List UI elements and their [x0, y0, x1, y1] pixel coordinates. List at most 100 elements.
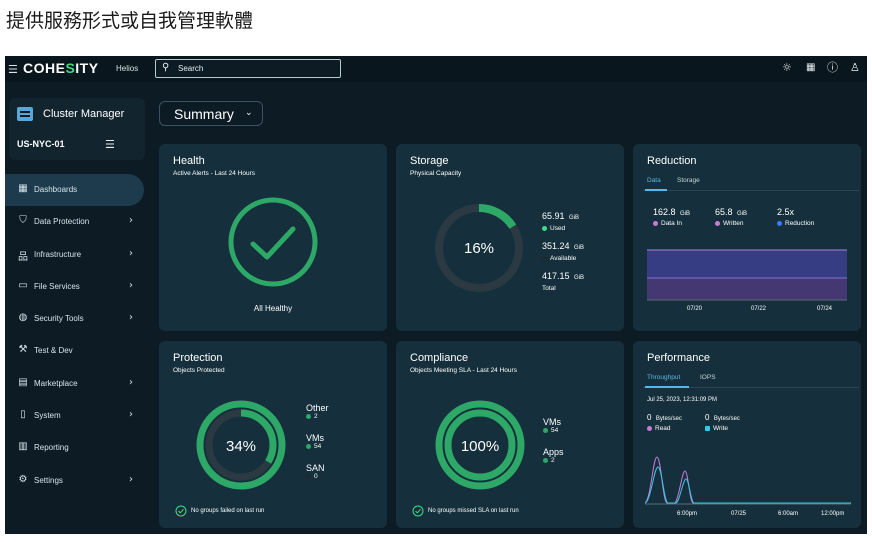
gear-icon: ⚙: [18, 473, 28, 485]
reduction-card[interactable]: Reduction Data Storage 162.8 GiB Data In…: [633, 144, 861, 331]
apps-grid-icon[interactable]: ▦: [806, 62, 815, 74]
protection-donut: 34%: [196, 400, 286, 490]
reduction-stat-value: 162.8: [653, 207, 676, 217]
brand-logo[interactable]: COHESITY: [23, 60, 99, 76]
sidebar-item-settings[interactable]: ⚙ Settings ›: [5, 465, 150, 497]
performance-title: Performance: [647, 352, 710, 364]
compliance-subtitle: Objects Meeting SLA - Last 24 Hours: [410, 367, 517, 374]
help-icon[interactable]: ⓘ: [827, 62, 838, 74]
legend-dot: [306, 473, 311, 479]
performance-tab-underline: [645, 386, 689, 388]
reduction-area-chart: [647, 249, 847, 301]
chevron-right-icon[interactable]: ›: [129, 474, 133, 485]
write-line: [645, 466, 851, 504]
sidebar-item-security-tools[interactable]: ◍ Security Tools ›: [5, 303, 150, 335]
reduction-stat-value: 2.5x: [777, 207, 795, 217]
data-in-dot: [653, 220, 658, 226]
chevron-right-icon[interactable]: ›: [129, 215, 133, 226]
sidebar-item-data-protection[interactable]: ⛉ Data Protection ›: [5, 206, 150, 238]
reduction-stat-ratio: 2.5x Reduction: [777, 202, 814, 227]
legend-value: 2: [314, 413, 318, 420]
chevron-right-icon[interactable]: ›: [129, 280, 133, 291]
health-subtitle: Active Alerts - Last 24 Hours: [173, 170, 256, 177]
grid-icon: ▦: [18, 183, 28, 194]
compliance-card[interactable]: Compliance Objects Meeting SLA - Last 24…: [396, 341, 624, 528]
sidebar-item-file-services[interactable]: ▭ File Services ›: [5, 271, 150, 303]
protection-legend-other: Other 2: [306, 403, 329, 420]
reduction-stat-written: 65.8 GiB Written: [715, 202, 747, 227]
read-label: Read: [655, 425, 671, 432]
tab-iops[interactable]: IOPS: [700, 374, 716, 381]
legend-dot: [306, 443, 311, 449]
search-input[interactable]: [178, 62, 328, 75]
health-status: All Healthy: [253, 304, 293, 313]
storage-total-label: Total: [542, 285, 556, 292]
reduction-stat-label: Data In: [661, 220, 682, 227]
write-legend-dot: [705, 425, 710, 431]
storage-available-unit: GiB: [573, 245, 584, 251]
sidebar-item-marketplace[interactable]: ▤ Marketplace ›: [5, 368, 150, 400]
reduction-stat-unit: GiB: [736, 211, 747, 217]
sidebar-item-dashboards[interactable]: ▦ Dashboards: [5, 174, 144, 207]
top-bar: ☰ COHESITY Helios ⚲ ☼ ▦ ⓘ ♙: [5, 56, 867, 82]
dashboard-selector[interactable]: Summary ⌄: [159, 101, 263, 126]
tab-storage[interactable]: Storage: [677, 177, 700, 184]
storage-donut: 16%: [435, 204, 523, 292]
storage-available-label: Available: [550, 255, 577, 262]
sidebar-item-label: Settings: [34, 475, 63, 485]
compliance-legend-vms: VMs 54: [543, 417, 561, 434]
page-heading: 提供服務形式或自我管理軟體: [6, 10, 254, 32]
sidebar-item-system[interactable]: ▯ System ›: [5, 400, 150, 432]
performance-x-tick: 6:00am: [778, 511, 799, 517]
wrench-icon: ⚒: [18, 344, 28, 356]
search-box[interactable]: ⚲: [155, 59, 341, 78]
sidebar-item-reporting[interactable]: ▥ Reporting: [5, 432, 150, 464]
brightness-icon[interactable]: ☼: [782, 62, 792, 74]
cluster-selector[interactable]: Cluster Manager US-NYC-01 ☰: [9, 98, 145, 160]
report-icon: ▥: [18, 441, 28, 453]
compliance-footer: No groups missed SLA on last run: [428, 508, 519, 514]
shield-icon: ⛉: [19, 215, 27, 227]
storage-available-value: 351.24: [542, 241, 570, 251]
sidebar-item-label: Infrastructure: [34, 249, 82, 259]
storage-subtitle: Physical Capacity: [410, 170, 462, 177]
check-circle-icon: [412, 505, 424, 517]
filter-icon[interactable]: ☰: [105, 138, 115, 151]
user-icon[interactable]: ♙: [850, 62, 860, 74]
sidebar-item-infrastructure[interactable]: 品 Infrastructure ›: [5, 239, 150, 271]
sidebar-item-label: Dashboards: [34, 185, 78, 194]
performance-card[interactable]: Performance Throughput IOPS Jul 25, 2023…: [633, 341, 861, 528]
legend-name: SAN: [306, 463, 325, 473]
storage-used-label: Used: [550, 225, 566, 232]
tab-data[interactable]: Data: [647, 177, 661, 184]
sidebar-item-label: Test & Dev: [34, 346, 73, 356]
search-icon: ⚲: [162, 62, 170, 73]
protection-legend-san: SAN 0: [306, 463, 325, 480]
storage-card[interactable]: Storage Physical Capacity 16% 65.91 GiB …: [396, 144, 624, 331]
reduction-tab-rule: [643, 190, 859, 191]
cluster-name[interactable]: US-NYC-01: [17, 139, 65, 149]
reduction-x-tick: 07/20: [687, 306, 703, 312]
security-icon: ◍: [18, 312, 28, 324]
tab-throughput[interactable]: Throughput: [647, 374, 680, 381]
hierarchy-icon: 品: [18, 251, 28, 263]
protection-card[interactable]: Protection Objects Protected 34% Other 2…: [159, 341, 387, 528]
chevron-right-icon[interactable]: ›: [129, 248, 133, 259]
reduction-stat-value: 65.8: [715, 207, 733, 217]
legend-value: 0: [314, 473, 318, 480]
chevron-right-icon[interactable]: ›: [129, 377, 133, 388]
read-unit: Bytes/sec: [655, 416, 682, 422]
legend-dot: [306, 413, 311, 419]
menu-icon[interactable]: ☰: [8, 63, 18, 76]
sidebar-nav: ▦ Dashboards ⛉ Data Protection › 品 Infrastruct…: [5, 174, 150, 497]
sidebar-item-test-dev[interactable]: ⚒ Test & Dev: [5, 335, 150, 367]
reduction-stat-label: Written: [723, 220, 744, 227]
chevron-right-icon[interactable]: ›: [129, 409, 133, 420]
legend-value: 54: [551, 427, 559, 434]
storage-total: 417.15 GiB Total: [542, 266, 584, 292]
health-card[interactable]: Health Active Alerts - Last 24 Hours All…: [159, 144, 387, 331]
written-dot: [715, 220, 720, 226]
chevron-right-icon[interactable]: ›: [129, 312, 133, 323]
performance-write: 0 Bytes/sec Write: [705, 407, 740, 432]
reduction-x-tick: 07/22: [751, 306, 767, 312]
